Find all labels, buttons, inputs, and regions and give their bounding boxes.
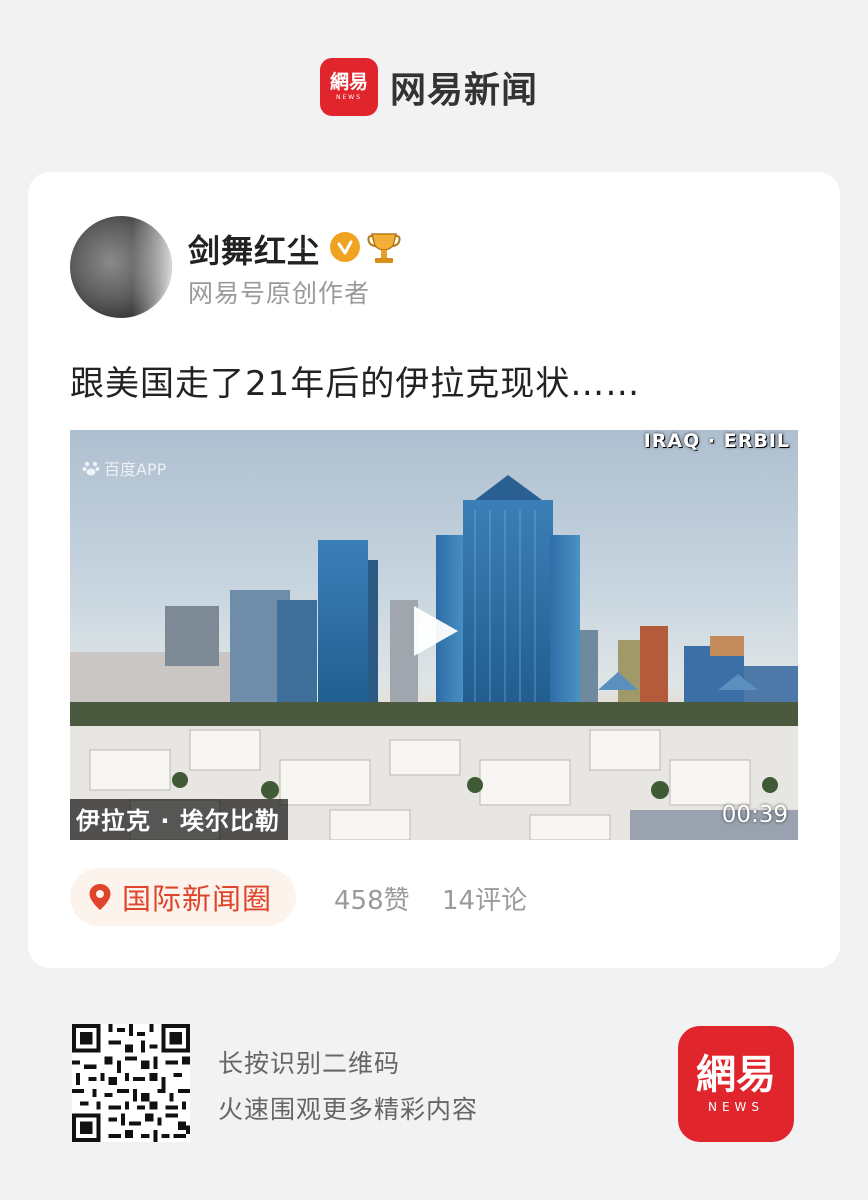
author-name[interactable]: 剑舞红尘 (188, 226, 320, 272)
comment-count[interactable]: 14评论 (442, 880, 527, 917)
qr-hint-line1: 长按识别二维码 (218, 1049, 401, 1078)
video-duration: 00:39 (721, 802, 788, 828)
watermark-text: 百度APP (104, 460, 167, 479)
netease-news-app-icon[interactable]: 網易 NEWS (678, 1026, 794, 1142)
video-location-overlay: IRAQ · ERBIL (643, 430, 790, 452)
qr-code[interactable] (72, 1024, 190, 1142)
post-title[interactable]: 跟美国走了21年后的伊拉克现状…… (70, 356, 640, 405)
topic-label: 国际新闻圈 (122, 882, 273, 916)
paw-icon (82, 461, 100, 476)
author-subtitle: 网易号原创作者 (188, 279, 371, 308)
logo-subtext: NEWS (707, 1100, 765, 1114)
app-name: 网易新闻 (390, 70, 539, 111)
post-card[interactable]: 剑舞红尘 网易号原创作者 跟美国走了21年后的伊拉克现状…… 百度APP IRA… (28, 172, 840, 968)
trophy-icon (366, 228, 402, 266)
like-count[interactable]: 458赞 (334, 880, 410, 917)
author-avatar[interactable] (70, 216, 172, 318)
logo-subtext: NEWS (335, 94, 363, 101)
qr-hint-line2: 火速围观更多精彩内容 (218, 1095, 479, 1124)
baidu-app-watermark: 百度APP (82, 456, 166, 480)
topic-tag[interactable]: 国际新闻圈 (70, 868, 297, 926)
video-player[interactable]: 百度APP IRAQ · ERBIL 伊拉克 · 埃尔比勒 00:39 (70, 430, 798, 840)
verified-check-icon (330, 232, 360, 262)
video-caption: 伊拉克 · 埃尔比勒 (70, 799, 288, 840)
play-icon[interactable] (406, 602, 464, 660)
logo-text: 網易 (329, 71, 368, 93)
logo-text: 網易 (696, 1051, 776, 1098)
netease-news-logo: 網易 NEWS (320, 58, 378, 116)
brand-header: 網易 NEWS 网易新闻 (320, 58, 538, 116)
location-pin-icon (89, 884, 111, 910)
